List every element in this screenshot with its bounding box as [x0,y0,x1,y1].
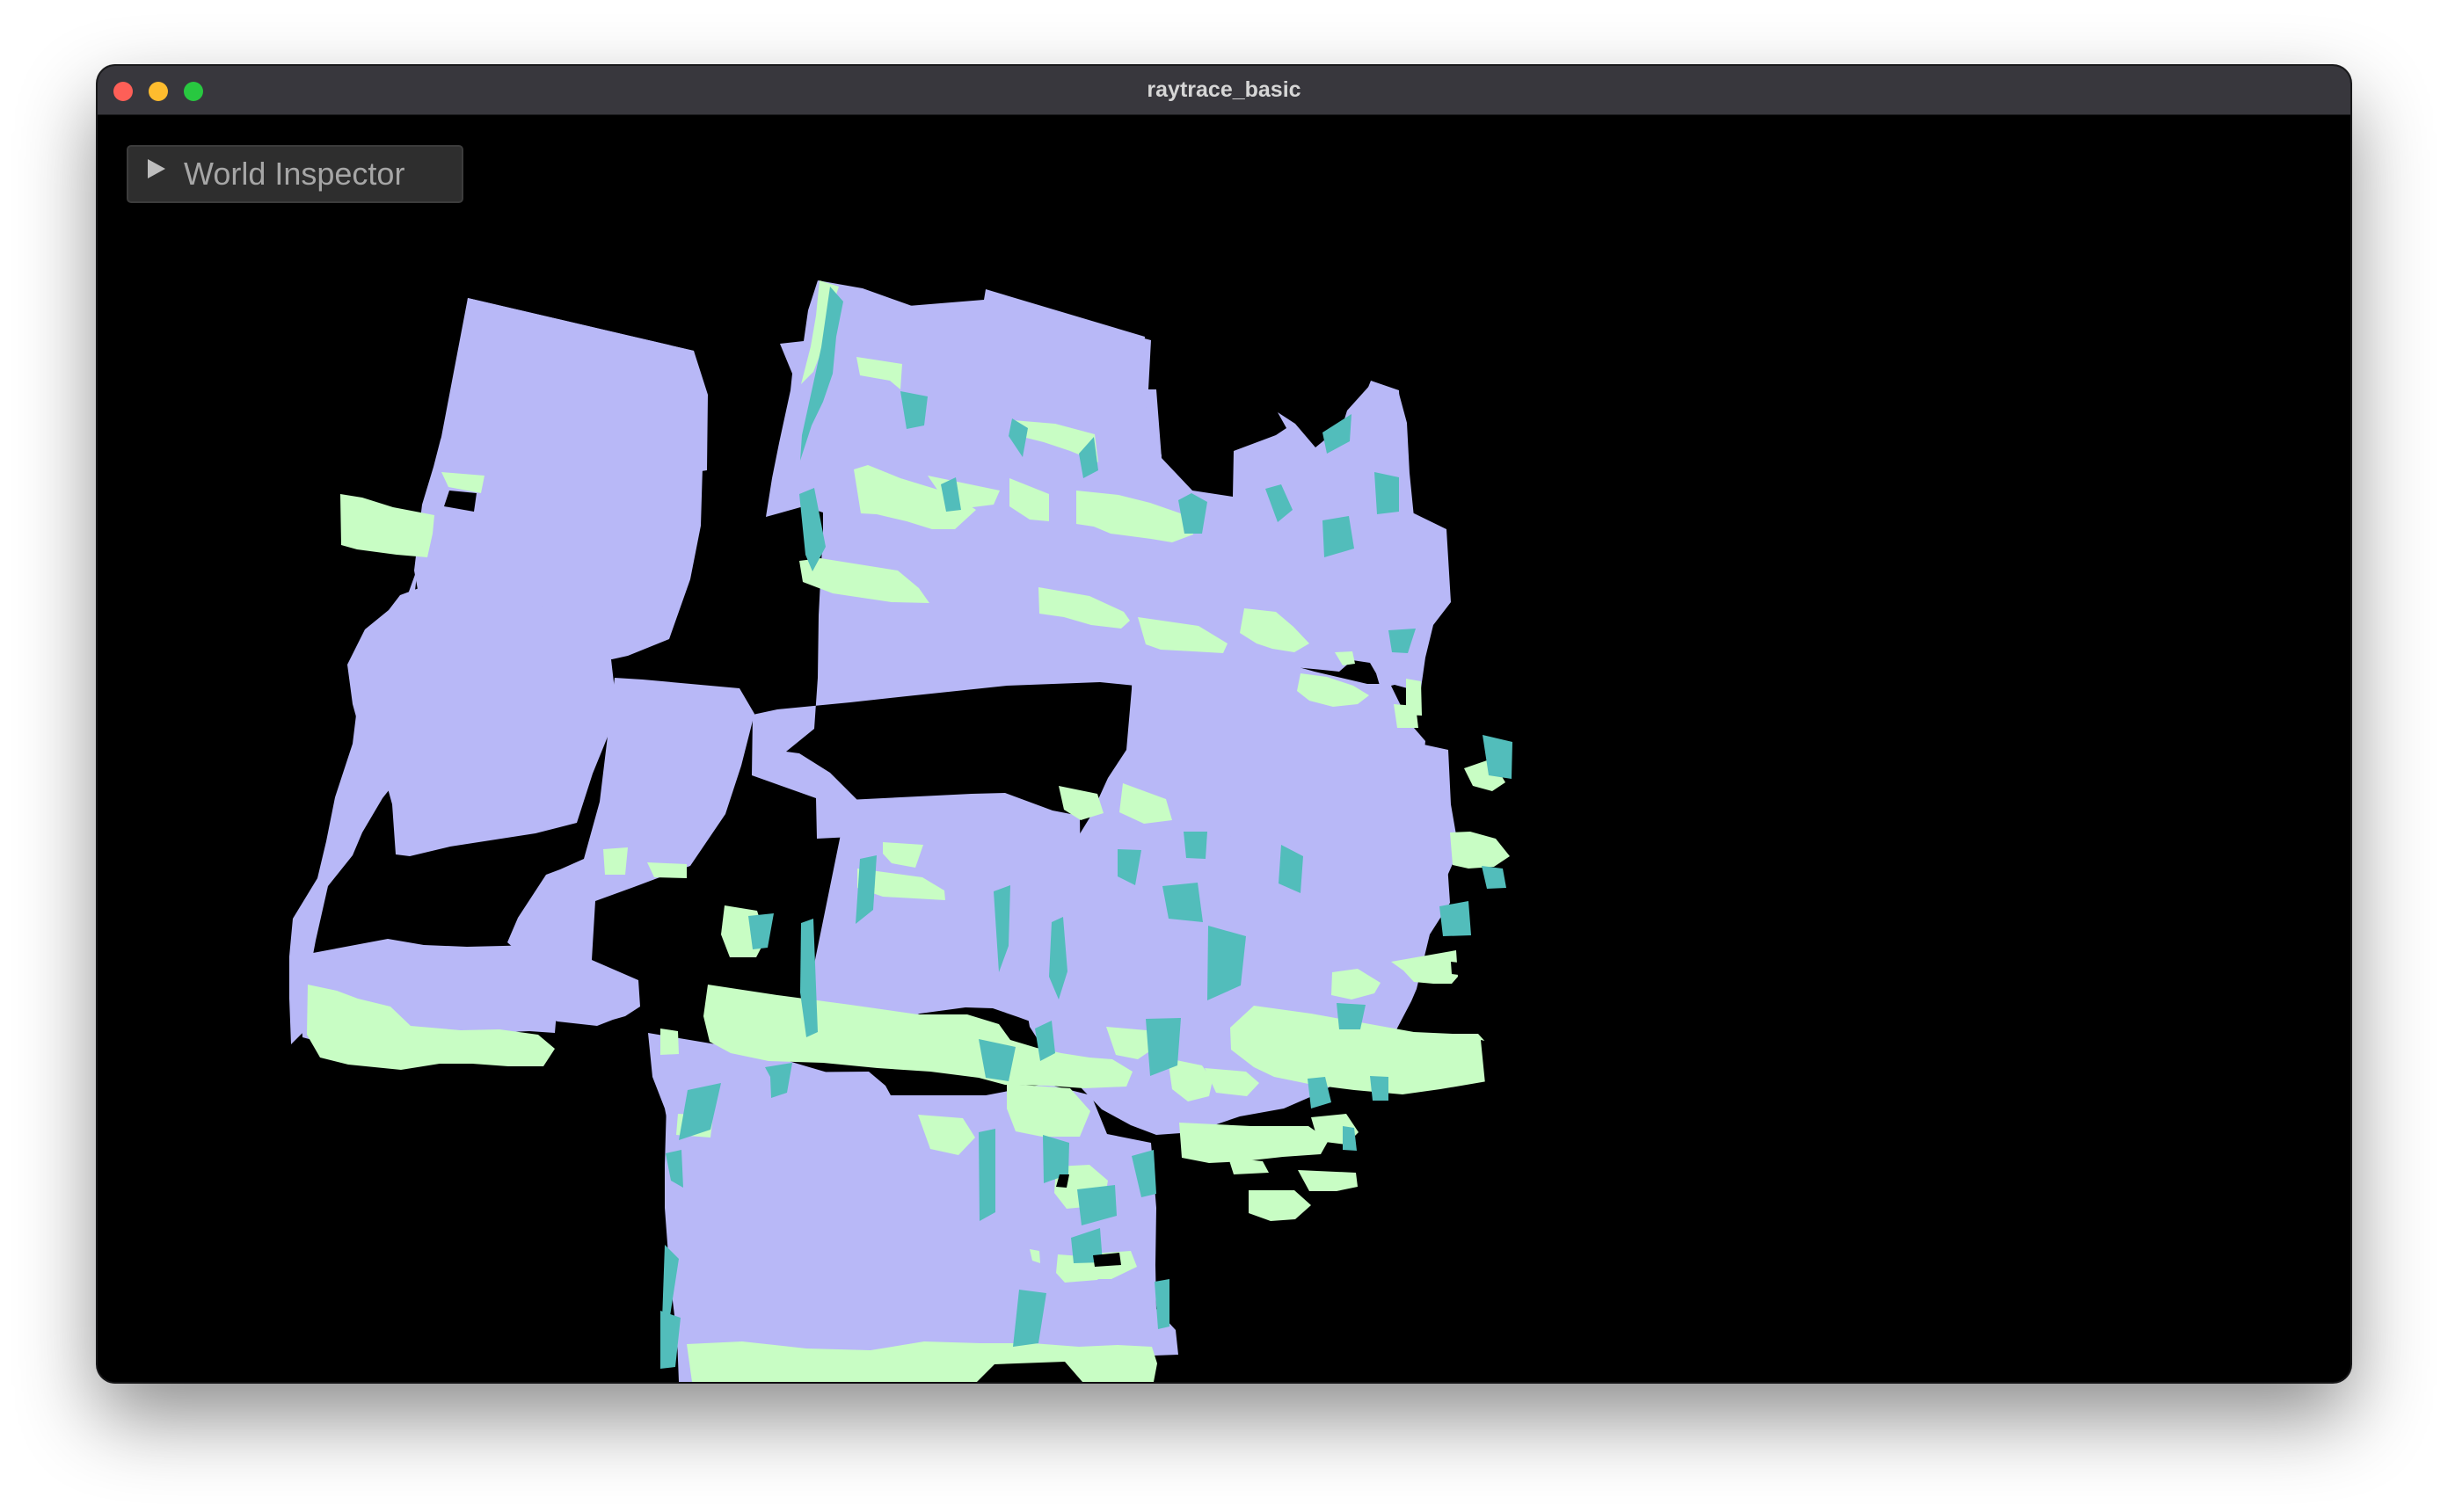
app-window: raytrace_basic World Inspector [98,66,2350,1382]
voxel-face [340,494,434,557]
voxel-face [1298,1170,1358,1191]
voxel-gap [1451,962,1459,975]
voxel-face [1179,1123,1329,1163]
voxel-face [1374,472,1399,514]
voxel-face [1450,832,1510,869]
world-inspector-label: World Inspector [184,156,405,192]
voxel-face [1007,1084,1090,1137]
triangle-right-icon [148,159,165,178]
render-viewport[interactable] [98,115,2350,1382]
voxel-face [1439,901,1471,936]
voxel-face [1394,704,1418,728]
voxel-face [1370,1076,1388,1101]
window-title: raytrace_basic [1147,77,1301,102]
title-bar[interactable]: raytrace_basic [98,66,2350,115]
voxel-face [660,1311,681,1369]
voxel-scene [289,280,1512,1382]
voxel-face [1228,1158,1269,1174]
voxel-face [1482,866,1506,889]
voxel-face [660,1029,679,1055]
voxel-face [603,847,628,875]
world-inspector-panel[interactable]: World Inspector [127,145,463,203]
voxel-face [1162,883,1203,922]
voxel-face [1249,1190,1311,1221]
voxel-face [687,1341,1157,1382]
voxel-face [979,1129,995,1221]
voxel-face [748,913,774,949]
voxel-face [812,793,1081,1032]
voxel-face [1184,832,1207,859]
